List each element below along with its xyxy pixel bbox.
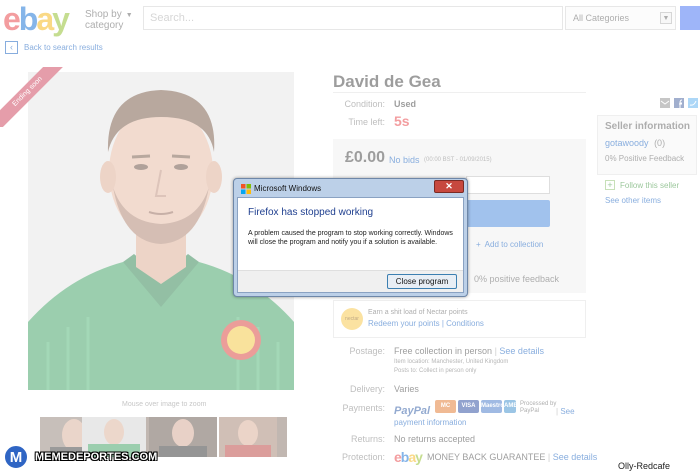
follow-label: Follow this seller [620,181,680,190]
thumbnail-image [219,417,277,457]
nectar-links[interactable]: Redeem your points | Conditions [368,319,484,328]
mastercard-icon: MC [435,400,456,413]
shop-by-category-button[interactable]: Shop by ▼ category [85,10,137,31]
protection-label: Protection: [341,452,385,462]
memedeportes-text: MEMEDEPORTES.COM [35,451,158,463]
dropdown-arrow-icon: ▼ [660,12,672,24]
error-dialog: Microsoft Windows ✕ Firefox has stopped … [233,178,468,297]
dialog-footer: Close program [238,270,463,292]
memedeportes-logo: M [3,444,29,470]
logo-letter-a: a [36,1,54,37]
plus-icon: + [476,240,481,249]
protection-see-details-link[interactable]: See details [553,452,598,462]
seller-name-row: gotawoody (0) [605,138,665,148]
time-left-value: 5s [394,113,410,129]
ending-soon-ribbon: Ending soon [0,67,68,127]
dialog-title: Microsoft Windows [254,184,322,193]
dialog-body: Firefox has stopped working A problem ca… [237,197,464,293]
see-other-items-link[interactable]: See other items [605,196,661,205]
category-select[interactable]: All Categories ▼ [565,6,676,30]
returns-label: Returns: [350,434,385,444]
item-location: Item location: Manchester, United Kingdo… [394,359,509,365]
shop-by-line1: Shop by [85,9,122,20]
payments-label: Payments: [342,403,385,413]
zoom-hint: Mouse over image to zoom [122,401,207,408]
returns-value: No returns accepted [394,434,476,444]
ribbon-label: Ending soon [0,67,68,127]
postage-label: Postage: [349,346,385,356]
add-to-collection-link[interactable]: + Add to collection [476,240,543,249]
facebook-icon[interactable] [674,98,684,108]
bid-count-link[interactable]: No bids [389,155,420,165]
place-bid-button[interactable] [466,200,550,227]
seller-heading: Seller information [605,121,691,132]
dialog-message: A problem caused the program to stop wor… [248,230,453,246]
money-back-text: MONEY BACK GUARANTEE [427,452,546,462]
processed-by: Processed by PayPal [520,401,557,414]
paypal-logo: PayPal [394,405,431,417]
logo-letter-b: b [18,1,38,37]
close-program-button[interactable]: Close program [387,274,457,289]
seller-score: (0) [654,138,666,148]
nectar-box: nectar Earn a shit load of Nectar points… [333,300,586,338]
bid-end-time: (00:00 BST - 01/09/2015) [424,157,492,163]
payments-see-row: | See [556,407,575,416]
time-left-label: Time left: [348,117,385,127]
amex-icon: AMEX [504,400,521,413]
posts-to: Posts to: Collect in person only [394,368,477,374]
logo-letter-y: y [415,449,423,465]
twitter-icon[interactable] [688,98,698,108]
seller-info-box: Seller information gotawoody (0) 0% Posi… [597,115,697,175]
condition-value: Used [394,99,417,109]
logo-letter-e: e [3,1,21,37]
visa-icon: VISA [458,400,479,413]
thumbnail-image [149,417,217,457]
back-link-label: Back to search results [24,43,103,52]
divider [333,92,586,93]
category-select-value: All Categories [573,13,630,23]
follow-seller-link[interactable]: + Follow this seller [605,180,679,190]
windows-flag-icon [241,184,251,194]
chevron-left-icon: ‹ [5,41,18,54]
shop-by-line2: category [85,20,124,31]
logo-letter-e: e [394,449,402,465]
payment-information-link[interactable]: payment information [394,418,466,427]
seller-name-link[interactable]: gotawoody [605,138,649,148]
email-icon[interactable] [660,98,670,108]
bid-amount-input[interactable] [466,176,550,194]
condition-label: Condition: [344,99,385,109]
thumbnail[interactable] [219,417,287,457]
delivery-value: Varies [394,384,419,394]
postage-value: Free collection in person [394,346,493,356]
ebay-logo[interactable]: ebay [3,2,79,36]
nectar-headline: Earn a shit load of Nectar points [368,309,468,316]
positive-feedback-text: 0% positive feedback [474,274,560,284]
postage-row: Free collection in person | See details [394,346,544,356]
current-price: £0.00 [345,149,386,166]
dialog-heading: Firefox has stopped working [248,207,374,218]
ebay-guarantee-logo: ebay [394,449,423,465]
chevron-down-icon: ▼ [125,12,133,19]
watermark-credit: Olly-Redcafe [618,461,671,471]
postage-see-details-link[interactable]: See details [499,346,544,356]
close-icon[interactable]: ✕ [434,180,464,193]
plus-icon: + [605,180,615,190]
search-button[interactable] [680,6,700,30]
search-input[interactable]: Search... [143,6,563,30]
maestro-icon: Maestro [481,400,504,413]
thumbnail[interactable] [149,417,217,457]
seller-feedback: 0% Positive Feedback [605,154,685,163]
add-to-collection-label: Add to collection [484,240,544,249]
payments-see-link[interactable]: See [560,407,574,416]
delivery-label: Delivery: [349,384,385,394]
nectar-logo: nectar [341,308,363,330]
money-back-row: MONEY BACK GUARANTEE | See details [427,452,598,462]
back-to-search-link[interactable]: ‹ Back to search results [5,41,103,54]
item-title: David de Gea [333,72,441,91]
logo-letter-y: y [52,1,70,37]
